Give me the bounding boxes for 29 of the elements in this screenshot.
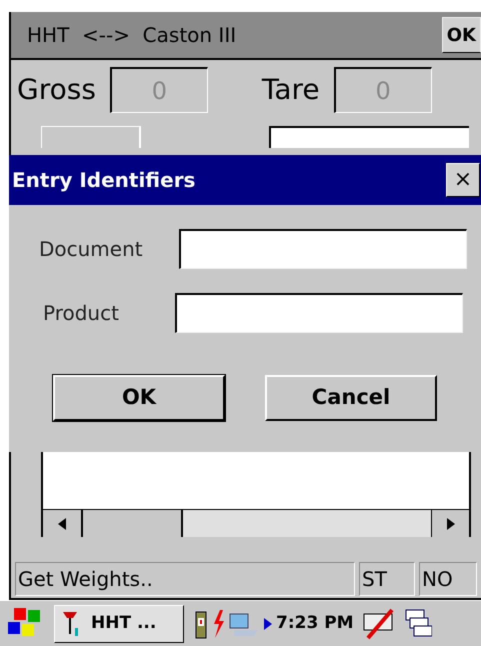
scroll-right-button[interactable]: [431, 510, 469, 537]
field-label: Tare: [262, 72, 320, 108]
status-text: Get Weights..: [15, 562, 355, 596]
ok-button[interactable]: OK: [53, 375, 225, 421]
left-arrow-icon: [58, 518, 66, 530]
field-label: Document: [38, 236, 144, 263]
status-text: ST: [359, 562, 415, 596]
taskbar-button[interactable]: HHT ...: [54, 604, 184, 642]
status-text: NO: [419, 562, 477, 596]
scroll-left-button[interactable]: [43, 510, 83, 537]
horizontal-scrollbar[interactable]: [43, 509, 469, 537]
pen-input-icon[interactable]: [362, 608, 396, 640]
scroll-thumb[interactable]: [83, 510, 183, 537]
close-button[interactable]: ×: [446, 163, 480, 197]
windows-icon[interactable]: [404, 608, 432, 640]
app-title: HHT <--> Caston III: [26, 22, 236, 49]
lightning-icon: [212, 610, 224, 638]
right-arrow-icon: [446, 518, 454, 530]
clock[interactable]: 7:23 PM: [276, 610, 354, 636]
field-label: Gross: [17, 72, 96, 108]
input-field[interactable]: [269, 126, 469, 148]
ok-button[interactable]: OK: [442, 17, 481, 53]
field-label: Product: [42, 300, 120, 327]
battery-icon[interactable]: [194, 608, 208, 638]
expand-arrow-icon[interactable]: [264, 618, 272, 630]
input-field[interactable]: [175, 293, 463, 333]
input-field[interactable]: [179, 229, 467, 269]
cancel-button[interactable]: Cancel: [265, 375, 437, 421]
dialog-title: Entry Identifiers: [12, 167, 196, 194]
